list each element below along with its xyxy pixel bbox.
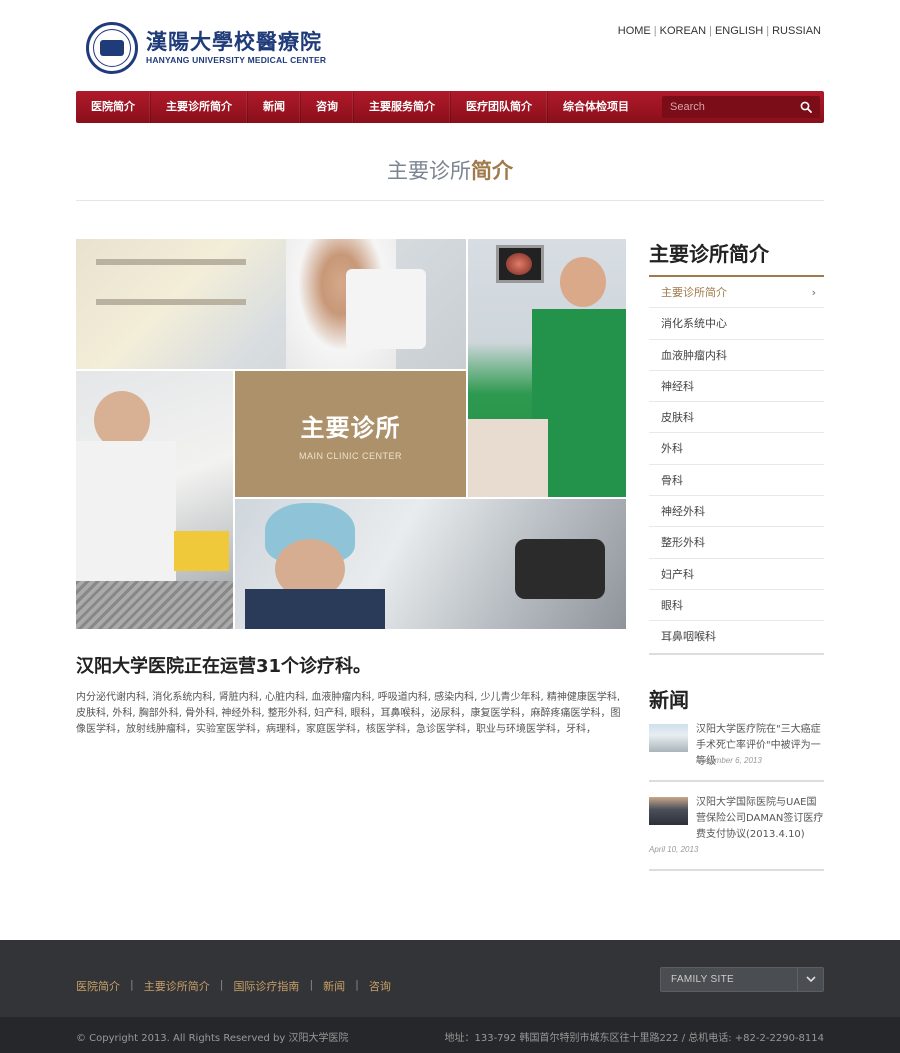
- nav-item-health-checkup[interactable]: 综合体检项目: [548, 91, 644, 123]
- sidebar-item-neurology[interactable]: 神经科: [649, 371, 824, 403]
- sidebar-item-digestive-center[interactable]: 消化系统中心: [649, 308, 824, 340]
- footer-link-news[interactable]: 新闻: [323, 978, 345, 994]
- sidebar-item-orthopedics[interactable]: 骨科: [649, 465, 824, 497]
- sidebar-item-hemato-oncology[interactable]: 血液肿瘤内科: [649, 340, 824, 371]
- nav-item-news[interactable]: 新闻: [248, 91, 301, 123]
- sidebar-item-main-clinics[interactable]: 主要诊所简介 ›: [649, 277, 824, 309]
- hero-title: 主要诊所: [300, 413, 401, 442]
- news-date: November 6, 2013: [696, 756, 762, 765]
- search-icon[interactable]: [800, 101, 812, 113]
- copyright-text: © Copyright 2013. All Rights Reserved by…: [76, 1033, 349, 1044]
- title-divider: [76, 200, 824, 201]
- logo-chinese-name: 漢陽大學校醫療院: [146, 29, 322, 54]
- address-text: 地址：133-792 韩国首尔特别市城东区往十里路222 / 总机电话: +82…: [444, 1033, 824, 1044]
- page-title-part1: 主要诊所: [387, 159, 471, 183]
- news-thumbnail[interactable]: [649, 797, 688, 825]
- logo-english-name: HANYANG UNIVERSITY MEDICAL CENTER: [146, 55, 327, 65]
- nav-item-medical-team[interactable]: 医疗团队简介: [451, 91, 548, 123]
- sidebar-item-ent[interactable]: 耳鼻咽喉科: [649, 621, 824, 652]
- hero-collage: 主要诊所 MAIN CLINIC CENTER: [76, 239, 626, 629]
- hero-subtitle: MAIN CLINIC CENTER: [298, 450, 402, 461]
- news-date: April 10, 2013: [649, 845, 699, 854]
- footer-links: 医院简介 | 主要诊所简介 | 国际诊疗指南 | 新闻 | 咨询: [76, 978, 391, 994]
- sidebar-item-surgery[interactable]: 外科: [649, 433, 824, 465]
- sidebar-item-label: 主要诊所简介: [661, 286, 727, 299]
- photo-surgeon-microscope: [235, 499, 626, 629]
- news-item[interactable]: 汉阳大学国际医院与UAE国营保险公司DAMAN签订医疗费支付协议(2013.4.…: [649, 795, 824, 871]
- nav-item-services[interactable]: 主要服务简介: [354, 91, 451, 123]
- page-title-part2: 简介: [471, 159, 513, 183]
- footer-link-main-clinics[interactable]: 主要诊所简介: [144, 978, 210, 994]
- news-headline[interactable]: 汉阳大学国际医院与UAE国营保险公司DAMAN签订医疗费支付协议(2013.4.…: [696, 795, 824, 843]
- sidebar-item-ophthalmology[interactable]: 眼科: [649, 590, 824, 622]
- footer-link-hospital-intro[interactable]: 医院简介: [76, 978, 120, 994]
- family-site-select[interactable]: FAMILY SITE: [660, 967, 824, 992]
- lang-link-home[interactable]: HOME: [618, 25, 651, 37]
- search-input[interactable]: [662, 101, 792, 113]
- lang-link-korean[interactable]: KOREAN: [660, 25, 706, 37]
- footer: 医院简介 | 主要诊所简介 | 国际诊疗指南 | 新闻 | 咨询 FAMILY SITE: [0, 940, 900, 1017]
- sidebar-item-obgyn[interactable]: 妇产科: [649, 559, 824, 590]
- chevron-down-icon: [806, 976, 816, 983]
- news-item[interactable]: 汉阳大学医疗院在"三大癌症手术死亡率评价"中被评为一等级 November 6,…: [649, 722, 824, 782]
- search-box: [662, 96, 820, 118]
- sidebar-title: 主要诊所简介: [649, 242, 769, 266]
- main-heading: 汉阳大学医院正在运营31个诊疗科。: [76, 656, 372, 677]
- family-site-label: FAMILY SITE: [671, 974, 734, 985]
- main-clinic-banner: 主要诊所 MAIN CLINIC CENTER: [235, 371, 466, 497]
- photo-researcher-lab: [76, 371, 233, 629]
- nav-item-inquiry[interactable]: 咨询: [301, 91, 354, 123]
- sidebar-item-plastic-surgery[interactable]: 整形外科: [649, 527, 824, 559]
- department-list-text: 内分泌代谢内科, 消化系统内科, 肾脏内科, 心脏内科, 血液肿瘤内科, 呼吸道…: [76, 692, 621, 735]
- nav-item-hospital-intro[interactable]: 医院简介: [76, 91, 151, 123]
- language-links: HOME | KOREAN | ENGLISH | RUSSIAN: [617, 25, 821, 37]
- footer-link-intl-guide[interactable]: 国际诊疗指南: [233, 978, 299, 994]
- lang-link-english[interactable]: ENGLISH: [715, 25, 763, 37]
- sidebar-menu: 主要诊所简介 › 消化系统中心 血液肿瘤内科 神经科 皮肤科 外科 骨科 神经外科…: [649, 275, 824, 655]
- photo-doctor-endoscopy: [468, 239, 626, 497]
- news-thumbnail[interactable]: [649, 724, 688, 752]
- footer-link-inquiry[interactable]: 咨询: [369, 978, 391, 994]
- copyright-bar: © Copyright 2013. All Rights Reserved by…: [0, 1017, 900, 1053]
- main-nav: 医院简介 主要诊所简介 新闻 咨询 主要服务简介 医疗团队简介 综合体检项目: [76, 91, 824, 123]
- chevron-right-icon: ›: [811, 286, 816, 299]
- university-seal-icon: [86, 22, 138, 74]
- sidebar-item-neurosurgery[interactable]: 神经外科: [649, 496, 824, 528]
- news-title: 新闻: [649, 688, 689, 712]
- family-site-toggle[interactable]: [797, 968, 823, 991]
- photo-doctor-microscope: [76, 239, 466, 369]
- nav-item-main-clinics[interactable]: 主要诊所简介: [151, 91, 248, 123]
- sidebar-item-dermatology[interactable]: 皮肤科: [649, 402, 824, 434]
- lang-link-russian[interactable]: RUSSIAN: [772, 25, 821, 37]
- page-title: 主要诊所简介: [0, 155, 900, 185]
- hospital-logo[interactable]: 漢陽大學校醫療院 HANYANG UNIVERSITY MEDICAL CENT…: [86, 22, 326, 74]
